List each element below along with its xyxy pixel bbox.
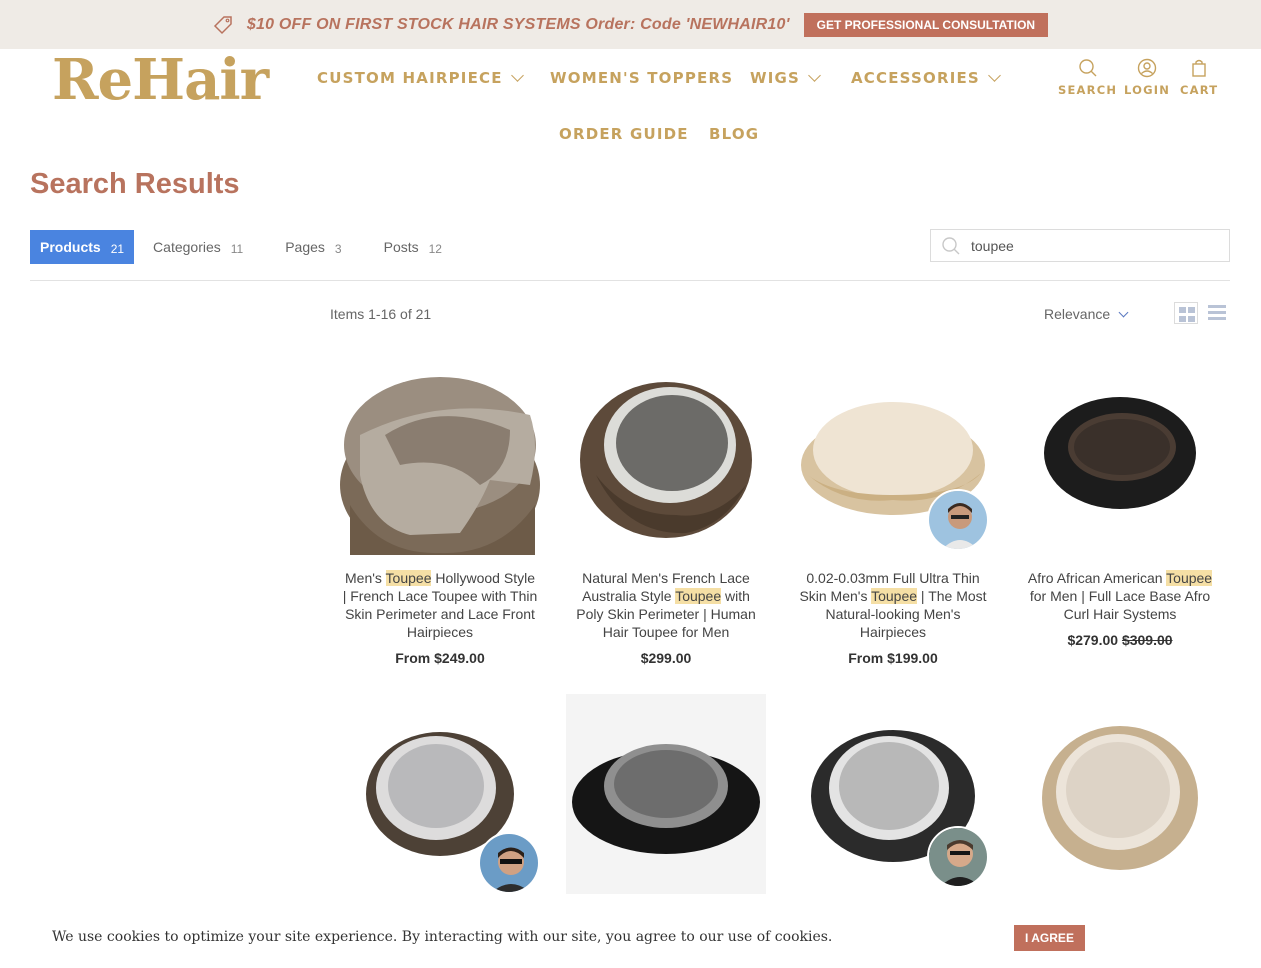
product-card[interactable]: Natural Men's French Lace Australia Styl… (566, 355, 766, 666)
product-image[interactable] (340, 694, 540, 894)
chevron-down-icon (1118, 307, 1129, 317)
product-image[interactable] (1020, 694, 1220, 894)
tab-count: 11 (230, 241, 244, 256)
agree-button[interactable]: I AGREE (1014, 925, 1085, 951)
grid-view-button[interactable] (1174, 302, 1198, 324)
avatar (478, 832, 540, 894)
announcement-message[interactable]: $10 OFF ON FIRST STOCK HAIR SYSTEMS Orde… (247, 16, 790, 34)
search-label: SEARCH (1058, 83, 1118, 97)
product-image[interactable] (793, 694, 993, 894)
nav-item-order-guide[interactable]: ORDER GUIDE (559, 125, 689, 143)
bag-icon (1192, 59, 1206, 77)
search-highlight: Toupee (1166, 570, 1213, 586)
product-card[interactable]: Afro African American Toupee for Men | F… (1020, 355, 1220, 648)
product-card[interactable] (566, 694, 766, 894)
tab-posts[interactable]: Posts 12 (374, 230, 452, 264)
avatar (927, 826, 989, 888)
compare-price: $309.00 (1121, 632, 1173, 648)
nav-label: CUSTOM HAIRPIECE (317, 69, 503, 87)
tab-count: 21 (110, 241, 125, 256)
tab-products[interactable]: Products 21 (30, 230, 135, 264)
product-title[interactable]: Natural Men's French Lace Australia Styl… (566, 569, 766, 641)
header-cart-button[interactable]: CART (1180, 58, 1218, 97)
product-title[interactable]: 0.02-0.03mm Full Ultra Thin Skin Men's T… (793, 569, 993, 641)
nav-item-blog[interactable]: BLOG (709, 125, 759, 143)
price-tag-icon (213, 15, 233, 35)
items-count: Items 1-16 of 21 (330, 306, 432, 322)
product-image[interactable] (1020, 355, 1220, 555)
site-logo[interactable]: ReHair (52, 50, 269, 110)
tab-pages[interactable]: Pages 3 (275, 230, 351, 264)
chevron-down-icon (510, 69, 524, 82)
sort-select[interactable]: Relevance (1044, 306, 1129, 322)
avatar (927, 489, 989, 551)
product-image[interactable] (566, 694, 766, 894)
product-price: $299.00 (640, 650, 692, 666)
tab-label: Products (40, 239, 101, 255)
product-title[interactable]: Men's Toupee Hollywood Style | French La… (340, 569, 540, 641)
product-card[interactable]: 0.02-0.03mm Full Ultra Thin Skin Men's T… (793, 355, 993, 666)
list-view-button[interactable] (1208, 305, 1226, 321)
product-title[interactable]: Afro African American Toupee for Men | F… (1020, 569, 1220, 623)
product-image[interactable] (793, 355, 993, 555)
result-tabs: Products 21 Categories 11 Pages 3 Posts … (30, 230, 474, 264)
product-card[interactable] (1020, 694, 1220, 894)
tab-count: 3 (334, 241, 342, 256)
nav-label: WOMEN'S TOPPERS (550, 69, 734, 87)
nav-label: ACCESSORIES (851, 69, 980, 87)
login-label: LOGIN (1124, 83, 1171, 97)
nav-item-accessories[interactable]: ACCESSORIES (851, 69, 1001, 87)
header-search-button[interactable]: SEARCH (1058, 58, 1117, 97)
header-login-button[interactable]: LOGIN (1124, 58, 1170, 97)
search-input[interactable] (971, 237, 1211, 254)
nav-item-custom-hairpiece[interactable]: CUSTOM HAIRPIECE (317, 69, 524, 87)
nav-label: ORDER GUIDE (559, 125, 689, 143)
divider (30, 280, 1230, 281)
search-field[interactable] (930, 229, 1230, 262)
product-card[interactable] (793, 694, 993, 894)
nav-item-womens-toppers[interactable]: WOMEN'S TOPPERS (550, 69, 733, 87)
product-image[interactable] (566, 355, 766, 555)
grid-view-icon (1179, 307, 1186, 313)
search-highlight: Toupee (871, 588, 918, 604)
search-icon (1078, 59, 1097, 77)
cart-label: CART (1180, 83, 1219, 97)
tab-label: Pages (285, 239, 325, 255)
sort-label: Relevance (1044, 306, 1111, 322)
tab-label: Posts (383, 239, 419, 255)
search-icon (942, 236, 960, 254)
chevron-down-icon (988, 69, 1001, 82)
cookie-banner: We use cookies to optimize your site exp… (0, 908, 1261, 968)
tab-count: 12 (428, 241, 442, 256)
cookie-text: We use cookies to optimize your site exp… (52, 929, 833, 945)
nav-label: BLOG (709, 125, 760, 143)
search-highlight: Toupee (675, 588, 722, 604)
search-highlight: Toupee (385, 570, 432, 586)
nav-item-wigs[interactable]: WIGS (750, 69, 821, 87)
announcement-bar: $10 OFF ON FIRST STOCK HAIR SYSTEMS Orde… (0, 0, 1261, 49)
product-price: From $199.00 (848, 650, 938, 666)
user-icon (1137, 58, 1157, 78)
chevron-down-icon (808, 69, 821, 82)
tab-label: Categories (153, 239, 221, 255)
product-image[interactable] (340, 355, 540, 555)
product-card[interactable] (340, 694, 540, 894)
nav-label: WIGS (750, 69, 801, 87)
product-card[interactable]: Men's Toupee Hollywood Style | French La… (340, 355, 540, 666)
page-title: Search Results (30, 168, 240, 200)
product-price: $279.00 $309.00 (1067, 632, 1173, 648)
product-price: From $249.00 (395, 650, 485, 666)
tab-categories[interactable]: Categories 11 (143, 230, 253, 264)
consultation-button[interactable]: GET PROFESSIONAL CONSULTATION (803, 12, 1049, 37)
list-view-icon (1208, 305, 1226, 308)
